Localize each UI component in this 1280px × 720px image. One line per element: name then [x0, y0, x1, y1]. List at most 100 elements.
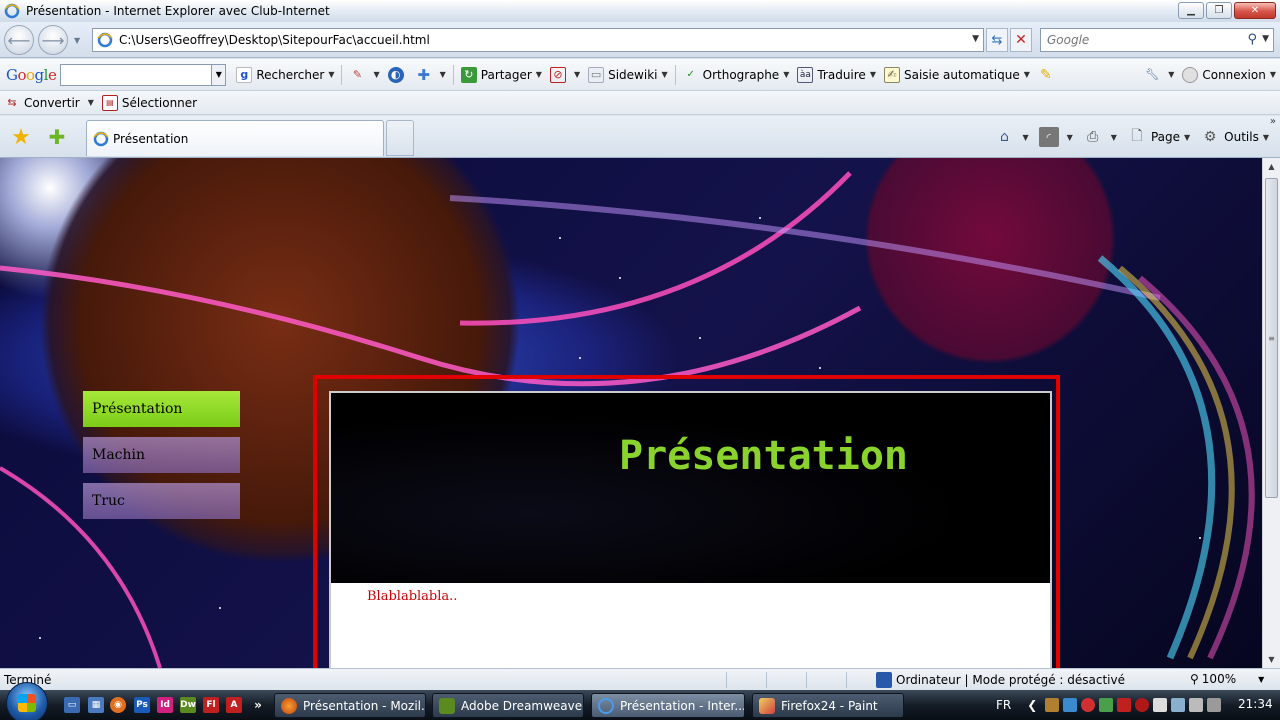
partager-button[interactable]: ↻ Partager ▼: [457, 63, 546, 87]
tray-device-icon[interactable]: [1099, 698, 1114, 712]
taskbar-clock[interactable]: 21:34: [1238, 697, 1273, 711]
acrobat-icon[interactable]: A: [226, 697, 242, 713]
tray-blocked-icon[interactable]: [1081, 698, 1096, 712]
security-zone[interactable]: Ordinateur | Mode protégé : désactivé: [876, 672, 1125, 688]
orthographe-button[interactable]: ✓ Orthographe ▼: [679, 63, 794, 87]
saisie-automatique-button[interactable]: ✍ Saisie automatique ▼: [880, 63, 1034, 87]
tray-flash-icon[interactable]: [1135, 698, 1150, 712]
sidewiki-button[interactable]: ▭ Sidewiki ▼: [584, 63, 672, 87]
gear-icon: ⚙: [1203, 129, 1217, 145]
refresh-button[interactable]: ⇆: [986, 28, 1008, 52]
switch-windows-icon[interactable]: ▦: [88, 697, 104, 713]
add-button[interactable]: ✚ ▼: [412, 63, 450, 87]
traduire-button[interactable]: àa Traduire ▼: [793, 63, 880, 87]
internet-explorer-icon: [4, 3, 20, 19]
connexion-button[interactable]: Connexion ▼: [1178, 63, 1280, 87]
refresh-icon: ⇆: [991, 32, 1003, 48]
google-search-field[interactable]: ▼: [60, 63, 227, 86]
taskbar-dreamweaver-window[interactable]: Adobe Dreamweave...: [432, 693, 584, 718]
print-button[interactable]: ⎙ ▼: [1078, 125, 1122, 149]
outils-menu-button[interactable]: ⚙ Outils ▼: [1195, 125, 1274, 149]
taskbar-firefox-window[interactable]: Présentation - Mozil...: [274, 693, 426, 718]
tab-presentation[interactable]: Présentation: [86, 120, 384, 156]
home-icon: ⌂: [1000, 129, 1009, 145]
favorites-star-icon[interactable]: ★: [8, 124, 34, 150]
history-dropdown[interactable]: ▼: [74, 36, 80, 45]
nav-item-presentation[interactable]: Présentation: [83, 391, 240, 427]
convertir-dropdown[interactable]: ▼: [84, 91, 98, 115]
search-dropdown-icon[interactable]: ▼: [1262, 34, 1269, 44]
internet-explorer-icon: [598, 697, 614, 714]
tray-network-icon[interactable]: [1045, 698, 1060, 712]
tray-battery-icon[interactable]: [1153, 698, 1168, 712]
taskbar-paint-window[interactable]: Firefox24 - Paint: [752, 693, 904, 718]
content-frame: Présentation Blablablabla..: [313, 375, 1060, 668]
bookmarks-button[interactable]: ✎ ▼: [345, 63, 383, 87]
tray-extra-icon[interactable]: [1207, 698, 1222, 712]
status-separator: [846, 672, 847, 688]
toolbar-settings-button[interactable]: 🔧︎ ▼: [1140, 63, 1178, 87]
maximize-button[interactable]: ❐: [1206, 2, 1232, 19]
search-box[interactable]: ⚲ ▼: [1040, 28, 1274, 52]
scroll-up-arrow-icon[interactable]: ▲: [1263, 158, 1280, 175]
indesign-icon[interactable]: Id: [157, 697, 173, 713]
back-button[interactable]: ⟵: [4, 25, 34, 55]
start-button[interactable]: [6, 682, 48, 720]
search-icon[interactable]: ⚲: [1247, 32, 1257, 47]
google-search-dropdown-icon[interactable]: ▼: [211, 64, 226, 85]
close-button[interactable]: ✕: [1234, 2, 1276, 19]
language-indicator[interactable]: FR: [996, 698, 1011, 712]
dreamweaver-icon: [439, 697, 455, 714]
content-panel: Présentation Blablablabla..: [329, 391, 1052, 668]
selectionner-button[interactable]: ▤ Sélectionner: [98, 91, 201, 115]
highlighter-icon: ✎: [1040, 66, 1052, 83]
add-favorite-icon[interactable]: ✚: [44, 124, 70, 150]
forward-button[interactable]: ⟶: [38, 25, 68, 55]
nav-item-machin[interactable]: Machin: [83, 437, 240, 473]
page-menu-button[interactable]: 🗋︎ Page ▼: [1122, 125, 1195, 149]
zoom-control[interactable]: ⚲ 100% ▼: [1190, 672, 1264, 686]
plus-icon: ✚: [417, 65, 430, 84]
popup-blocker-button[interactable]: ⊘ ▼: [546, 63, 584, 87]
computer-zone-icon: [876, 672, 892, 688]
convert-pdf-icon: ⇆: [7, 96, 17, 109]
nav-item-truc[interactable]: Truc: [83, 483, 240, 519]
banner-title: Présentation: [619, 433, 908, 479]
tray-volume-icon[interactable]: [1189, 698, 1204, 712]
home-button[interactable]: ⌂ ▼: [989, 125, 1033, 149]
tray-network-status-icon[interactable]: [1171, 698, 1186, 712]
feeds-button[interactable]: ◜ ▼: [1034, 125, 1078, 149]
sidewiki-icon: ▭: [588, 66, 605, 83]
overflow-chevron-icon[interactable]: »: [1270, 116, 1276, 127]
body-text: Blablablabla..: [367, 589, 458, 604]
flash-icon[interactable]: Fl: [203, 697, 219, 713]
page-ie-icon: [97, 32, 113, 48]
address-dropdown-icon[interactable]: ▼: [972, 34, 979, 44]
address-row: ⟵ ⟶ ▼ C:\Users\Geoffrey\Desktop\Sitepour…: [0, 22, 1280, 58]
new-tab-button[interactable]: [386, 120, 414, 156]
tray-expand-icon[interactable]: ❮: [1027, 698, 1037, 712]
show-desktop-icon[interactable]: ▭: [64, 697, 80, 713]
stop-button[interactable]: ✕: [1010, 28, 1032, 52]
photoshop-icon[interactable]: Ps: [134, 697, 150, 713]
firefox-quicklaunch-icon[interactable]: ◉: [110, 697, 126, 713]
tab-ie-icon: [93, 131, 109, 146]
minimize-button[interactable]: ▁: [1178, 2, 1204, 19]
highlight-button[interactable]: ✎: [1034, 63, 1062, 87]
page-icon: 🗋︎: [1131, 128, 1143, 144]
vertical-scrollbar[interactable]: ▲ ≡ ▼: [1262, 158, 1280, 668]
rechercher-button[interactable]: g Rechercher ▼: [232, 63, 338, 87]
scroll-down-arrow-icon[interactable]: ▼: [1263, 651, 1280, 668]
tray-app-icon[interactable]: [1063, 698, 1078, 712]
address-field[interactable]: C:\Users\Geoffrey\Desktop\SitepourFac\ac…: [92, 28, 984, 52]
scroll-thumb[interactable]: ≡: [1265, 178, 1278, 498]
tray-acrobat-icon[interactable]: [1117, 698, 1132, 712]
search-input[interactable]: [1047, 33, 1247, 47]
taskbar-ie-window[interactable]: Présentation - Inter...: [591, 693, 745, 718]
convertir-button[interactable]: ⇆ Convertir: [0, 91, 84, 115]
dreamweaver-quicklaunch-icon[interactable]: Dw: [180, 697, 196, 713]
earth-button[interactable]: ◐: [384, 63, 412, 87]
windows-taskbar: ▭ ▦ ◉ Ps Id Dw Fl A » Présentation - Moz…: [0, 682, 1280, 720]
bookmark-icon: ✎: [352, 68, 363, 81]
quicklaunch-overflow-icon[interactable]: »: [250, 697, 266, 713]
